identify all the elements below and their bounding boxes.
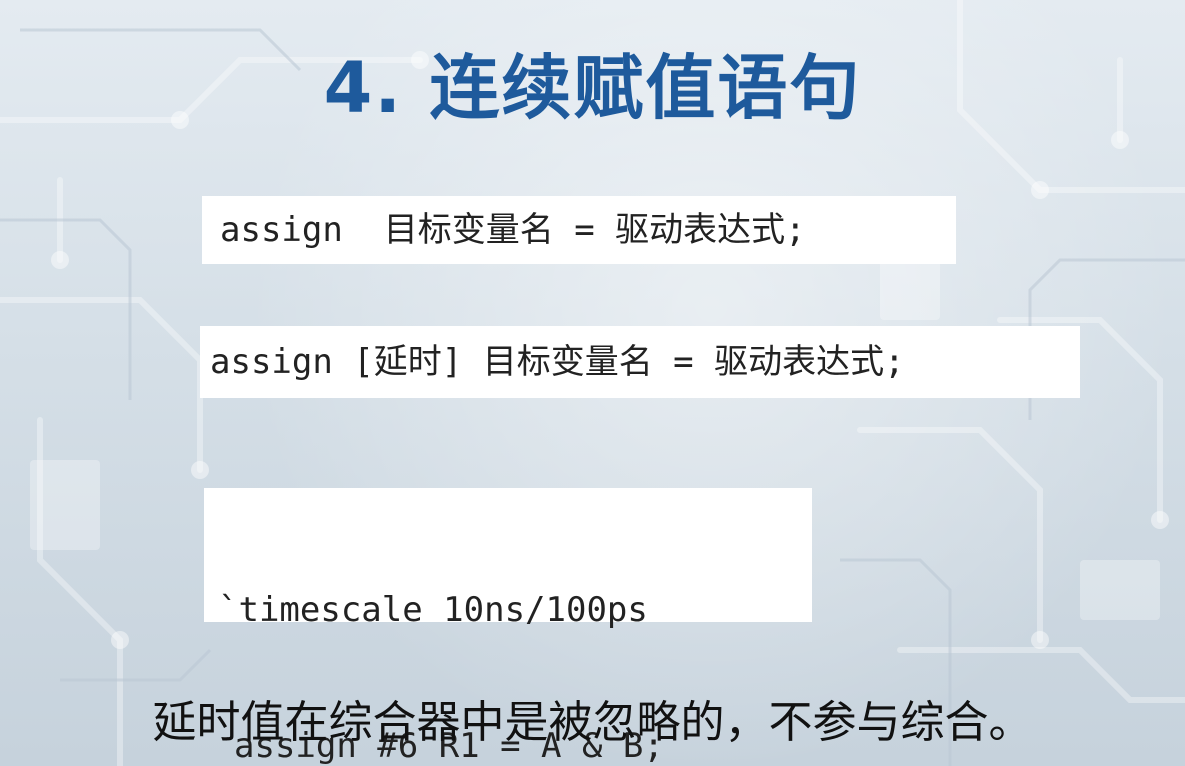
syntax-basic-code: assign 目标变量名 = 驱动表达式; <box>202 196 956 264</box>
slide: 4. 连续赋值语句 assign 目标变量名 = 驱动表达式; assign [… <box>0 0 1185 766</box>
example-code-block: `timescale 10ns/100ps assign #6 R1 = A &… <box>204 488 812 766</box>
slide-title: 4. 连续赋值语句 <box>323 47 862 129</box>
synthesis-note: 延时值在综合器中是被忽略的，不参与综合。 <box>152 697 1033 748</box>
syntax-delay-code: assign [延时] 目标变量名 = 驱动表达式; <box>200 326 1080 398</box>
example-timescale-line: `timescale 10ns/100ps <box>218 590 648 630</box>
